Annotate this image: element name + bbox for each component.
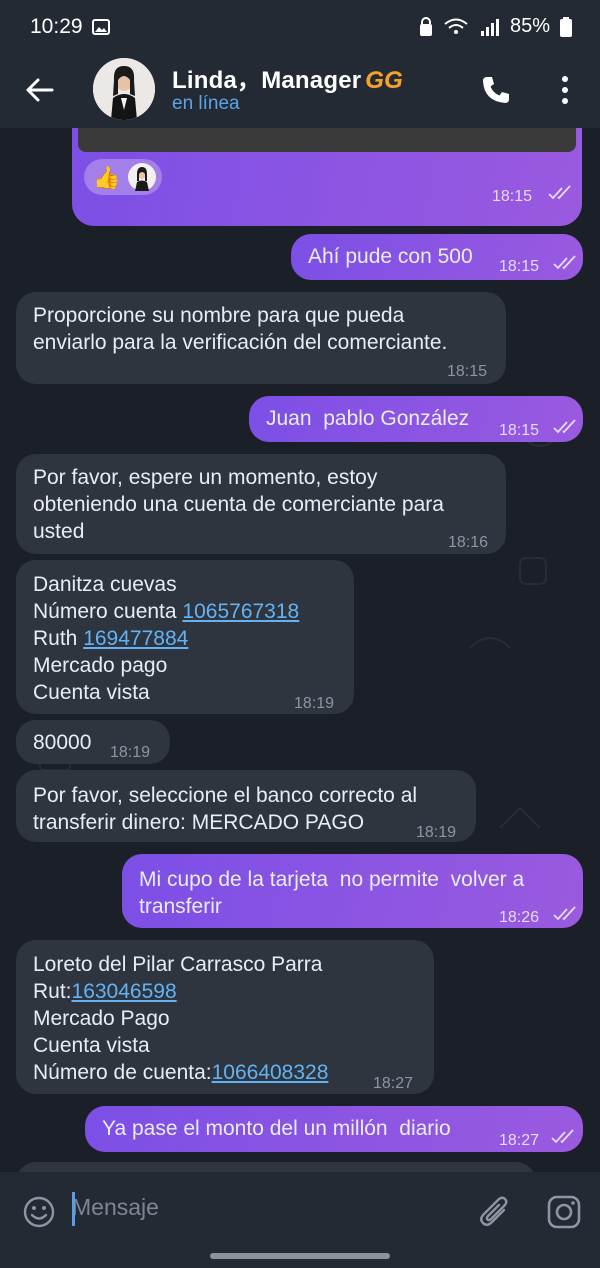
phone-call-icon[interactable] bbox=[480, 74, 512, 106]
contact-name: Linda，Manager bbox=[172, 67, 362, 94]
status-bar: 10:29 85% bbox=[0, 0, 600, 56]
message-line: Proporcione su nombre para que pueda bbox=[33, 304, 405, 327]
message-text: Ya pase el monto del un millón diario bbox=[102, 1117, 451, 1140]
read-ticks-icon bbox=[548, 185, 571, 200]
read-ticks-icon bbox=[553, 419, 576, 434]
gallery-notification-icon bbox=[92, 19, 110, 35]
phone-link[interactable]: 1065767318 bbox=[182, 600, 299, 623]
message-line: Mercado Pago bbox=[33, 1007, 170, 1030]
message-bubble-incoming[interactable]: 80000 18:19 bbox=[16, 720, 170, 764]
message-line: transferir dinero: MERCADO PAGO bbox=[33, 811, 365, 834]
back-arrow-icon[interactable] bbox=[22, 72, 58, 108]
message-input[interactable]: Mensaje bbox=[72, 1194, 159, 1221]
text-cursor bbox=[72, 1192, 75, 1226]
message-line: Ruth 169477884 bbox=[33, 625, 188, 652]
message-time: 18:15 bbox=[499, 258, 540, 275]
message-bubble-outgoing[interactable]: Juan pablo González 18:15 bbox=[249, 396, 583, 442]
message-line: Cuenta vista bbox=[33, 1034, 150, 1057]
message-bubble-incoming[interactable]: Por favor, seleccione el banco correcto … bbox=[16, 770, 476, 842]
read-ticks-icon bbox=[553, 255, 576, 270]
phone-link[interactable]: 1066408328 bbox=[212, 1061, 329, 1084]
message-line: usted bbox=[33, 520, 85, 543]
message-line: Mercado pago bbox=[33, 654, 168, 677]
battery-icon bbox=[560, 16, 572, 37]
message-time: 18:19 bbox=[416, 824, 457, 841]
message-line: Mi cupo de la tarjeta no permite volver … bbox=[139, 868, 525, 891]
lock-notification-icon bbox=[419, 16, 432, 36]
message-bubble-outgoing[interactable]: Ya pase el monto del un millón diario 18… bbox=[85, 1106, 583, 1152]
rut-label: Rut: bbox=[33, 980, 72, 1003]
message-bubble-incoming[interactable]: Danitza cuevas Número cuenta 1065767318 … bbox=[16, 560, 354, 714]
message-line: Cuenta vista bbox=[33, 681, 150, 704]
battery-percent: 85% bbox=[509, 15, 550, 37]
message-time: 18:19 bbox=[110, 744, 151, 761]
message-line: Danitza cuevas bbox=[33, 573, 177, 596]
chat-header: Linda，Manager GG en línea bbox=[0, 56, 600, 128]
message-time: 18:15 bbox=[499, 422, 540, 439]
message-line: Rut:163046598 bbox=[33, 978, 177, 1005]
online-status: en línea bbox=[172, 93, 240, 114]
reaction-pill[interactable]: 👍 bbox=[84, 159, 162, 195]
message-line: Número de cuenta:1066408328 bbox=[33, 1059, 328, 1086]
rut-label: Ruth bbox=[33, 627, 84, 650]
wifi-icon bbox=[444, 18, 468, 34]
message-bubble-outgoing[interactable]: 👍 18:15 bbox=[72, 128, 582, 226]
avatar[interactable] bbox=[93, 58, 155, 120]
instagram-camera-icon[interactable] bbox=[546, 1194, 582, 1230]
message-list[interactable]: 👍 18:15 Ahí pude con 500 18:15 Proporcio… bbox=[0, 128, 600, 1172]
reactor-avatar bbox=[128, 163, 156, 191]
message-time: 18:27 bbox=[373, 1075, 414, 1092]
message-line: Por favor, seleccione el banco correcto … bbox=[33, 784, 418, 807]
message-line: obteniendo una cuenta de comerciante par… bbox=[33, 493, 444, 516]
account-label: Número de cuenta: bbox=[33, 1061, 212, 1084]
message-bubble-outgoing[interactable]: Mi cupo de la tarjeta no permite volver … bbox=[122, 854, 583, 928]
message-line: enviarlo para la verificación del comerc… bbox=[33, 331, 448, 354]
message-line: transferir bbox=[139, 895, 222, 918]
message-time: 18:19 bbox=[294, 695, 335, 712]
gg-badge: GG bbox=[365, 67, 404, 94]
chat-title[interactable]: Linda，Manager GG bbox=[172, 60, 403, 95]
message-bubble-incoming[interactable]: Loreto del Pilar Carrasco Parra Rut:1630… bbox=[16, 940, 434, 1094]
message-bubble-incoming[interactable]: Por favor, espere un momento, estoy obte… bbox=[16, 454, 506, 554]
message-bubble-incoming[interactable]: Proporcione su nombre para que pueda env… bbox=[16, 292, 506, 384]
thumbs-up-reaction: 👍 bbox=[93, 165, 121, 190]
phone-link[interactable]: 169477884 bbox=[83, 627, 188, 650]
image-attachment[interactable] bbox=[78, 128, 576, 152]
message-time: 18:27 bbox=[499, 1132, 540, 1149]
message-time: 18:26 bbox=[499, 909, 540, 926]
more-options-icon[interactable] bbox=[552, 74, 578, 106]
message-text: 80000 bbox=[33, 731, 92, 754]
message-bubble-outgoing[interactable]: Ahí pude con 500 18:15 bbox=[291, 234, 583, 280]
status-time: 10:29 bbox=[30, 15, 83, 38]
gesture-nav-bar[interactable] bbox=[210, 1253, 390, 1259]
message-line: Por favor, espere un momento, estoy bbox=[33, 466, 378, 489]
read-ticks-icon bbox=[553, 906, 576, 921]
account-label: Número cuenta bbox=[33, 600, 183, 623]
message-line: Loreto del Pilar Carrasco Parra bbox=[33, 953, 323, 976]
read-ticks-icon bbox=[551, 1129, 574, 1144]
attach-icon[interactable] bbox=[478, 1194, 512, 1230]
message-bubble-incoming-partial[interactable] bbox=[16, 1162, 536, 1172]
signal-icon bbox=[480, 18, 499, 36]
emoji-icon[interactable] bbox=[22, 1195, 56, 1229]
message-time: 18:16 bbox=[448, 534, 489, 551]
message-text: Ahí pude con 500 bbox=[308, 245, 473, 268]
message-time: 18:15 bbox=[447, 363, 488, 380]
profile-photo bbox=[93, 58, 155, 120]
phone-link[interactable]: 163046598 bbox=[72, 980, 177, 1003]
message-text: Juan pablo González bbox=[266, 407, 470, 430]
message-line: Número cuenta 1065767318 bbox=[33, 598, 299, 625]
status-icons: 85% bbox=[418, 15, 572, 38]
message-time: 18:15 bbox=[492, 188, 533, 205]
